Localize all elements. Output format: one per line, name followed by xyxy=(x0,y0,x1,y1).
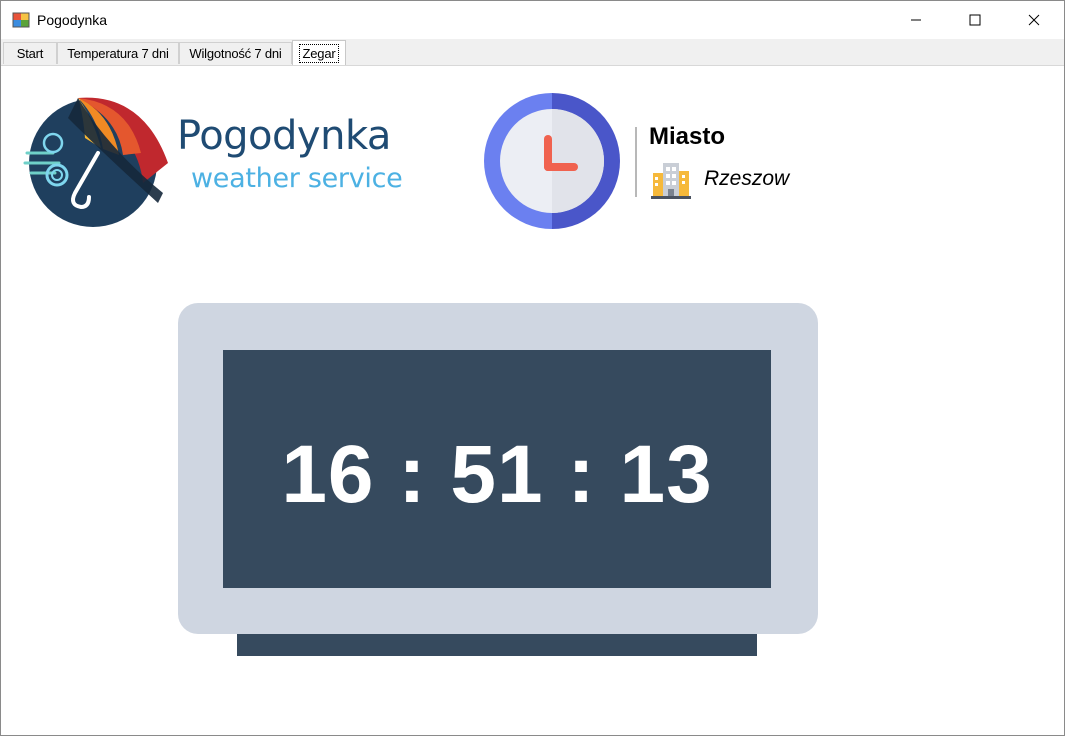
minimize-button[interactable] xyxy=(893,1,939,39)
clock-screen: 16 : 51 : 13 xyxy=(223,350,771,588)
tab-temperatura[interactable]: Temperatura 7 dni xyxy=(57,42,179,64)
tab-label: Temperatura 7 dni xyxy=(67,46,169,61)
logo-title: Pogodynka xyxy=(177,113,391,159)
tab-strip: Start Temperatura 7 dni Wilgotność 7 dni… xyxy=(1,39,1064,66)
minimize-icon xyxy=(910,14,922,26)
tab-label: Start xyxy=(16,46,44,61)
tab-wilgotnosc[interactable]: Wilgotność 7 dni xyxy=(179,42,292,64)
title-bar[interactable]: Pogodynka xyxy=(1,1,1064,39)
logo-subtitle: weather service xyxy=(191,163,403,194)
clock-icon xyxy=(484,93,620,229)
tab-label: Wilgotność 7 dni xyxy=(189,46,282,61)
clock-time: 16 : 51 : 13 xyxy=(281,429,713,520)
close-icon xyxy=(1028,14,1040,26)
close-button[interactable] xyxy=(1011,1,1057,39)
main-window: Pogodynka Start Temperatura 7 dni Wilgot… xyxy=(0,0,1065,736)
city-label: Miasto xyxy=(649,123,726,150)
building-icon xyxy=(651,159,691,199)
tab-label: Zegar xyxy=(298,43,340,63)
maximize-icon xyxy=(969,14,981,26)
divider xyxy=(635,127,637,197)
maximize-button[interactable] xyxy=(952,1,998,39)
window-title: Pogodynka xyxy=(37,12,108,28)
tab-start[interactable]: Start xyxy=(3,42,57,64)
umbrella-wind-icon xyxy=(23,93,169,229)
city-name: Rzeszow xyxy=(704,167,790,190)
tab-zegar[interactable]: Zegar xyxy=(292,40,346,65)
app-window-icon xyxy=(12,11,30,29)
